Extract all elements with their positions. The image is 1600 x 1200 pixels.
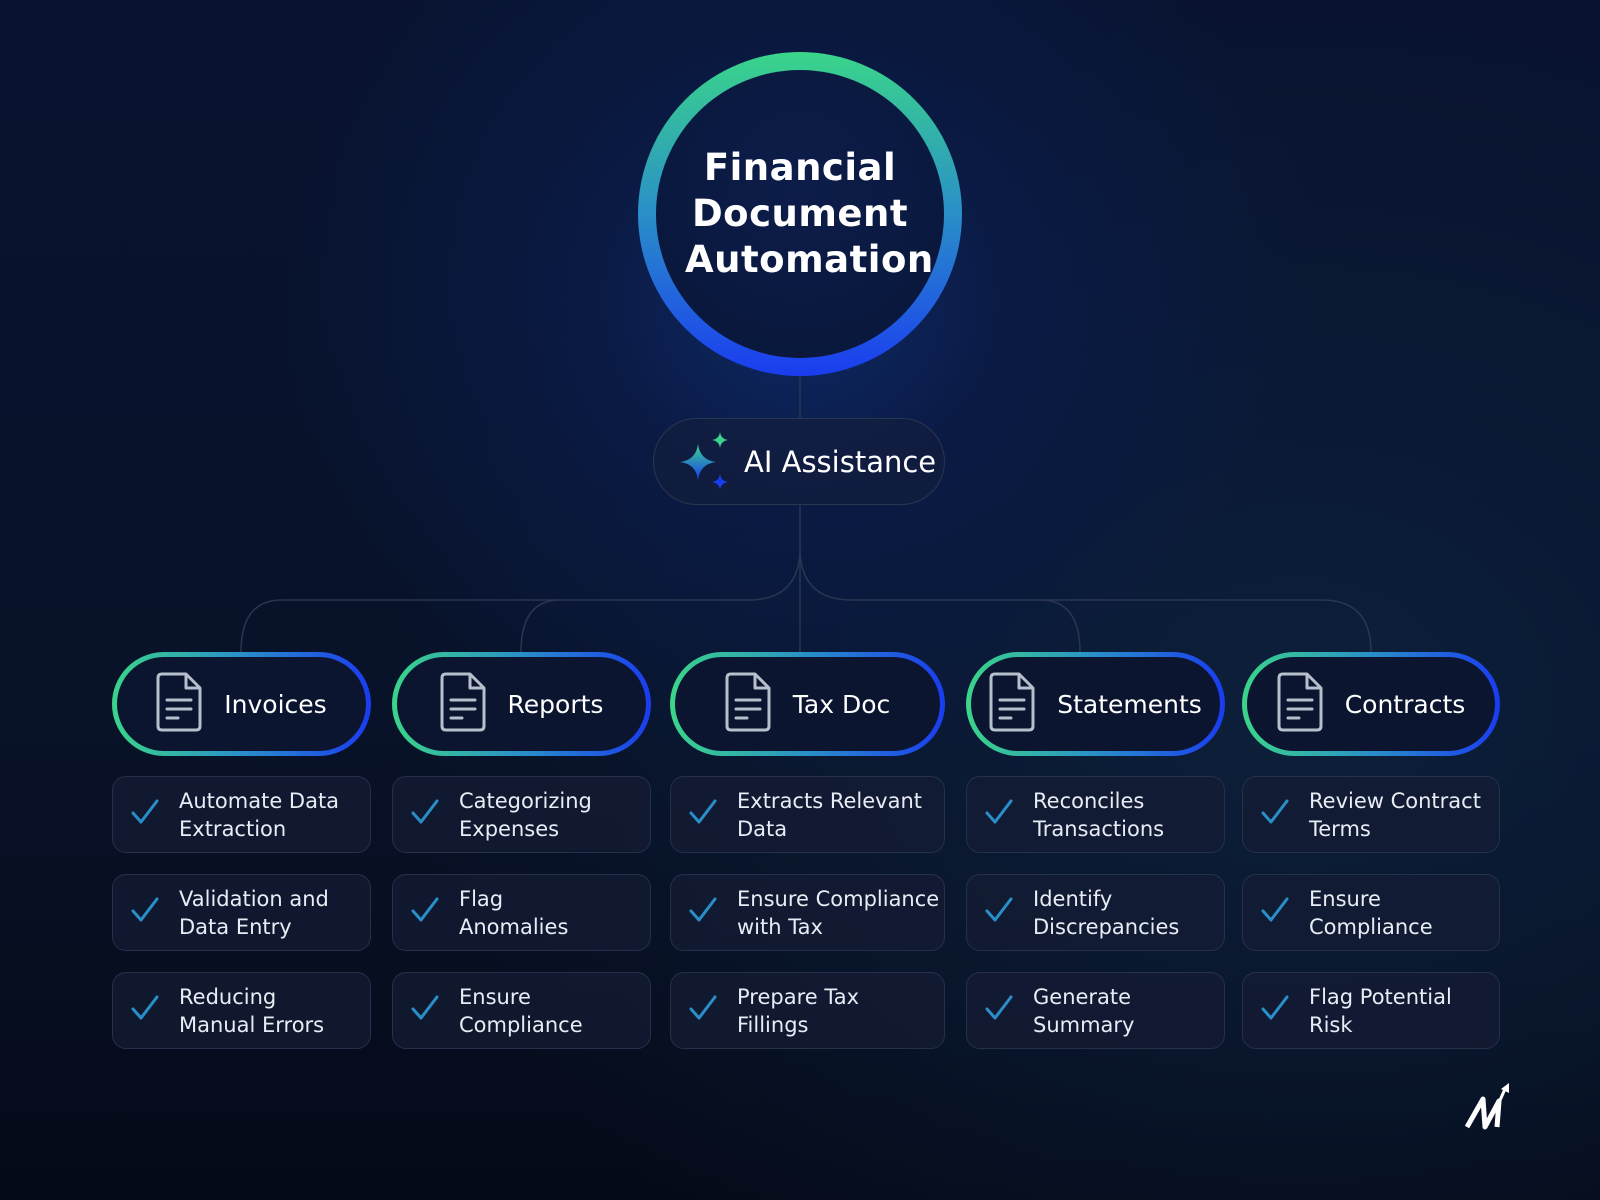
brand-logo <box>1465 1083 1513 1133</box>
check-icon <box>689 799 717 830</box>
feature-label: Prepare Tax Fillings <box>737 983 859 1039</box>
check-icon <box>689 897 717 928</box>
category-label: Statements <box>1057 690 1202 719</box>
feature-label: Review Contract Terms <box>1309 787 1481 843</box>
feature-card: Validation and Data Entry <box>112 874 371 951</box>
feature-label: Ensure Compliance <box>459 983 583 1039</box>
category-label: Invoices <box>224 690 326 719</box>
feature-label: Categorizing Expenses <box>459 787 592 843</box>
check-icon <box>411 799 439 830</box>
category-invoices: Invoices <box>112 652 371 756</box>
category-reports: Reports <box>392 652 651 756</box>
category-contracts: Contracts <box>1242 652 1500 756</box>
feature-card: Generate Summary <box>966 972 1225 1049</box>
feature-label: Automate Data Extraction <box>179 787 339 843</box>
check-icon <box>985 799 1013 830</box>
feature-label: Identify Discrepancies <box>1033 885 1179 941</box>
hub-title: Financial Document Automation <box>685 145 915 283</box>
ai-assistance-pill: AI Assistance <box>653 418 945 505</box>
check-icon <box>131 799 159 830</box>
feature-label: Flag Potential Risk <box>1309 983 1452 1039</box>
feature-card: Extracts Relevant Data <box>670 776 945 853</box>
ai-assistance-label: AI Assistance <box>744 445 936 479</box>
document-icon <box>440 672 486 737</box>
category-statements: Statements <box>966 652 1225 756</box>
feature-label: Flag Anomalies <box>459 885 568 941</box>
feature-label: Validation and Data Entry <box>179 885 329 941</box>
feature-card: Flag Potential Risk <box>1242 972 1500 1049</box>
category-label: Tax Doc <box>793 690 891 719</box>
check-icon <box>985 897 1013 928</box>
feature-label: Reconciles Transactions <box>1033 787 1164 843</box>
check-icon <box>131 995 159 1026</box>
feature-card: Reducing Manual Errors <box>112 972 371 1049</box>
document-icon <box>1277 672 1323 737</box>
feature-label: Extracts Relevant Data <box>737 787 922 843</box>
feature-label: Ensure Compliance <box>1309 885 1433 941</box>
feature-card: Review Contract Terms <box>1242 776 1500 853</box>
feature-card: Ensure Compliance <box>1242 874 1500 951</box>
feature-card: Reconciles Transactions <box>966 776 1225 853</box>
category-label: Contracts <box>1345 690 1466 719</box>
feature-card: Categorizing Expenses <box>392 776 651 853</box>
feature-card: Flag Anomalies <box>392 874 651 951</box>
check-icon <box>689 995 717 1026</box>
category-label: Reports <box>508 690 604 719</box>
feature-card: Identify Discrepancies <box>966 874 1225 951</box>
check-icon <box>1261 897 1289 928</box>
sparkles-icon <box>678 432 730 492</box>
category-tax-doc: Tax Doc <box>670 652 945 756</box>
feature-label: Generate Summary <box>1033 983 1134 1039</box>
hub-circle: Financial Document Automation <box>638 52 962 376</box>
check-icon <box>411 995 439 1026</box>
feature-card: Ensure Compliance <box>392 972 651 1049</box>
document-icon <box>156 672 202 737</box>
document-icon <box>989 672 1035 737</box>
feature-card: Automate Data Extraction <box>112 776 371 853</box>
feature-card: Ensure Compliance with Tax <box>670 874 945 951</box>
check-icon <box>131 897 159 928</box>
document-icon <box>725 672 771 737</box>
feature-card: Prepare Tax Fillings <box>670 972 945 1049</box>
check-icon <box>985 995 1013 1026</box>
check-icon <box>1261 995 1289 1026</box>
check-icon <box>411 897 439 928</box>
feature-label: Reducing Manual Errors <box>179 983 324 1039</box>
feature-label: Ensure Compliance with Tax <box>737 885 939 941</box>
check-icon <box>1261 799 1289 830</box>
